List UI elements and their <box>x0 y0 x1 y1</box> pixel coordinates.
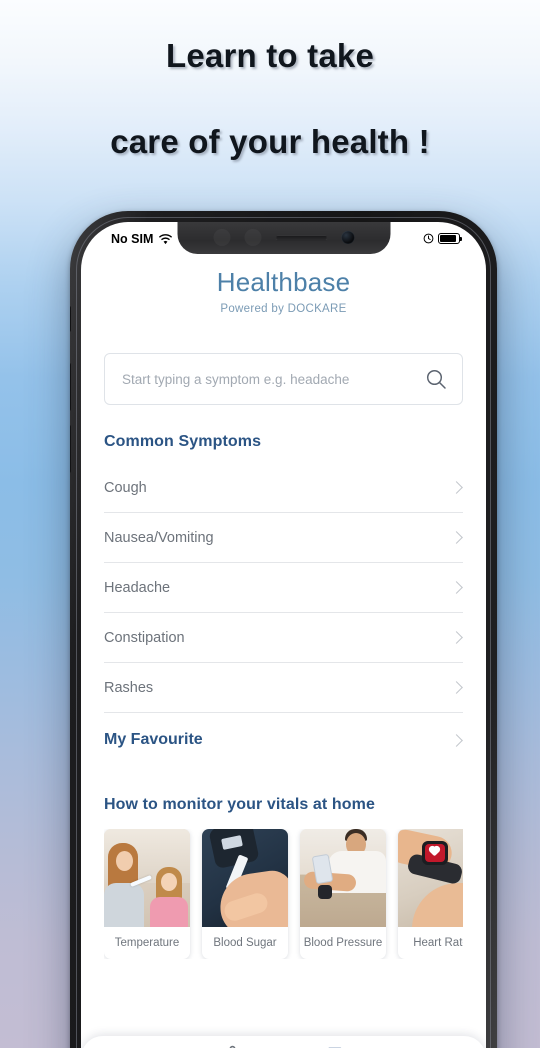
chevron-right-icon[interactable] <box>450 631 463 644</box>
status-bar-left: No SIM <box>111 232 173 246</box>
blood-pressure-photo-icon <box>300 829 386 927</box>
vital-thumbnail <box>202 829 288 927</box>
phone-volume-down-button <box>70 425 71 473</box>
symptom-search-bar[interactable] <box>104 353 463 405</box>
vitals-card-carousel[interactable]: Temperature Blood Sugar Blood Pressure H… <box>104 829 463 959</box>
vital-thumbnail <box>398 829 463 927</box>
vital-thumbnail <box>300 829 386 927</box>
symptom-row-rashes[interactable]: Rashes <box>104 663 463 713</box>
common-symptoms-heading: Common Symptoms <box>104 433 262 450</box>
symptom-row-constipation[interactable]: Constipation <box>104 613 463 663</box>
app-title: Healthbase <box>216 267 351 297</box>
my-favourite-row[interactable]: My Favourite <box>104 713 463 767</box>
symptom-label: Nausea/Vomiting <box>104 529 214 546</box>
front-camera-icon <box>341 231 354 244</box>
search-input[interactable] <box>122 371 424 387</box>
heart-rate-photo-icon <box>398 829 463 927</box>
phone-screen: No SIM Healthbase Powered by DOCKARE Sta… <box>81 222 486 1048</box>
battery-icon <box>438 233 463 244</box>
vital-thumbnail <box>104 829 190 927</box>
promo-headline: Learn to take care of your health ! <box>0 0 540 161</box>
carrier-label: No SIM <box>111 231 154 246</box>
vitals-heading: How to monitor your vitals at home <box>104 796 375 813</box>
temperature-photo-icon <box>104 829 190 927</box>
earpiece-speaker-icon <box>275 234 327 241</box>
headline-line-2: care of your health ! <box>110 123 430 161</box>
chevron-right-icon[interactable] <box>450 531 463 544</box>
search-icon[interactable] <box>424 367 448 391</box>
status-bar-right <box>423 233 463 244</box>
chevron-right-icon[interactable] <box>450 481 463 494</box>
phone-mute-switch <box>70 306 71 332</box>
my-favourite-label: My Favourite <box>104 731 203 748</box>
symptom-label: Constipation <box>104 629 185 646</box>
phone-volume-up-button <box>70 363 71 411</box>
symptom-row-nausea-vomiting[interactable]: Nausea/Vomiting <box>104 513 463 563</box>
symptom-row-headache[interactable]: Headache <box>104 563 463 613</box>
phone-power-button <box>496 383 497 453</box>
ambient-light-sensor-icon <box>244 229 261 246</box>
phone-mockup: No SIM Healthbase Powered by DOCKARE Sta… <box>70 211 497 1048</box>
vital-caption: Blood Sugar <box>213 937 277 949</box>
symptom-row-cough[interactable]: Cough <box>104 463 463 513</box>
vital-card-blood-pressure[interactable]: Blood Pressure <box>300 829 386 959</box>
common-symptoms-list: Cough Nausea/Vomiting Headache Constipat… <box>104 463 463 713</box>
phone-notch <box>177 222 390 254</box>
chevron-right-icon[interactable] <box>450 581 463 594</box>
blood-sugar-photo-icon <box>202 829 288 927</box>
chevron-right-icon[interactable] <box>450 681 463 694</box>
proximity-sensor-icon <box>213 229 230 246</box>
vital-caption: Temperature <box>114 937 180 949</box>
vital-card-temperature[interactable]: Temperature <box>104 829 190 959</box>
headline-line-1: Learn to take <box>166 37 374 74</box>
bottom-navigation-bar <box>81 1036 486 1048</box>
symptom-label: Rashes <box>104 679 154 696</box>
symptom-label: Headache <box>104 579 171 596</box>
vital-card-blood-sugar[interactable]: Blood Sugar <box>202 829 288 959</box>
alarm-icon <box>423 233 434 244</box>
vital-caption: Blood Pressure <box>303 937 383 949</box>
wifi-icon <box>159 233 173 244</box>
app-content: Common Symptoms Cough Nausea/Vomiting He… <box>81 340 486 1036</box>
symptom-label: Cough <box>104 479 147 496</box>
vital-card-heart-rate[interactable]: Heart Rate <box>398 829 463 959</box>
vital-caption: Heart Rate <box>413 937 463 949</box>
chevron-right-icon[interactable] <box>450 733 463 747</box>
app-subtitle: Powered by DOCKARE <box>220 303 347 315</box>
